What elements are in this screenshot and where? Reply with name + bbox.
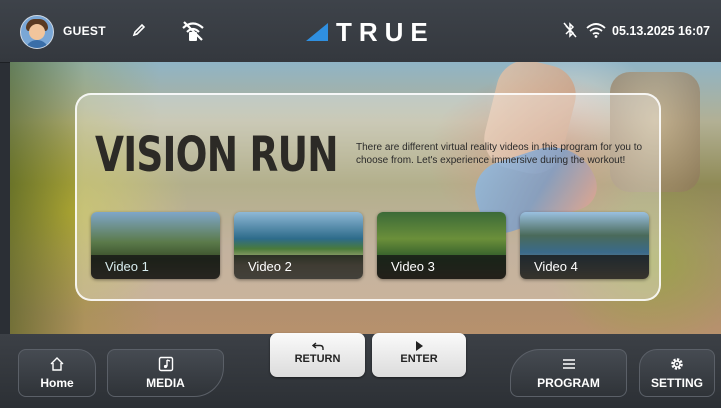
home-icon [50, 357, 64, 371]
datetime: 05.13.2025 16:07 [612, 24, 711, 38]
top-bar: GUEST TRUE 05.13.2025 16:07 [0, 0, 721, 63]
return-button[interactable]: RETURN [270, 333, 365, 377]
program-description: There are different virtual reality vide… [356, 142, 643, 166]
brand-mark-icon [306, 23, 328, 41]
media-label: MEDIA [146, 376, 185, 390]
list-icon [562, 359, 575, 369]
no-wifi-icon[interactable] [181, 20, 205, 42]
bluetooth-off-icon[interactable] [563, 22, 577, 38]
hero-background: VISION RUN There are different virtual r… [10, 62, 721, 334]
pencil-icon[interactable] [131, 22, 147, 38]
brand-name: TRUE [336, 16, 435, 47]
video-card-3[interactable]: Video 3 [377, 212, 506, 279]
brand-logo: TRUE [306, 16, 435, 47]
media-icon [158, 356, 173, 372]
program-button[interactable]: PROGRAM [510, 349, 627, 397]
return-icon [311, 342, 324, 350]
home-button[interactable]: Home [18, 349, 96, 397]
media-button[interactable]: MEDIA [107, 349, 224, 397]
video-label: Video 1 [105, 259, 149, 274]
return-label: RETURN [294, 353, 341, 365]
setting-label: SETTING [650, 376, 703, 390]
play-icon [416, 341, 423, 351]
setting-button[interactable]: SETTING [639, 349, 715, 397]
video-card-1[interactable]: Video 1 [91, 212, 220, 279]
program-label: PROGRAM [537, 376, 600, 390]
gear-icon [671, 358, 683, 370]
video-label: Video 2 [248, 259, 292, 274]
avatar[interactable] [20, 15, 54, 49]
video-card-2[interactable]: Video 2 [234, 212, 363, 279]
wifi-icon[interactable] [586, 22, 606, 38]
enter-label: ENTER [400, 353, 438, 365]
user-name[interactable]: GUEST [63, 24, 106, 38]
video-label: Video 3 [391, 259, 435, 274]
program-panel: VISION RUN There are different virtual r… [75, 93, 661, 301]
program-title: VISION RUN [95, 127, 339, 183]
video-label: Video 4 [534, 259, 578, 274]
enter-button[interactable]: ENTER [372, 333, 466, 377]
home-label: Home [40, 376, 74, 390]
video-card-4[interactable]: Video 4 [520, 212, 649, 279]
